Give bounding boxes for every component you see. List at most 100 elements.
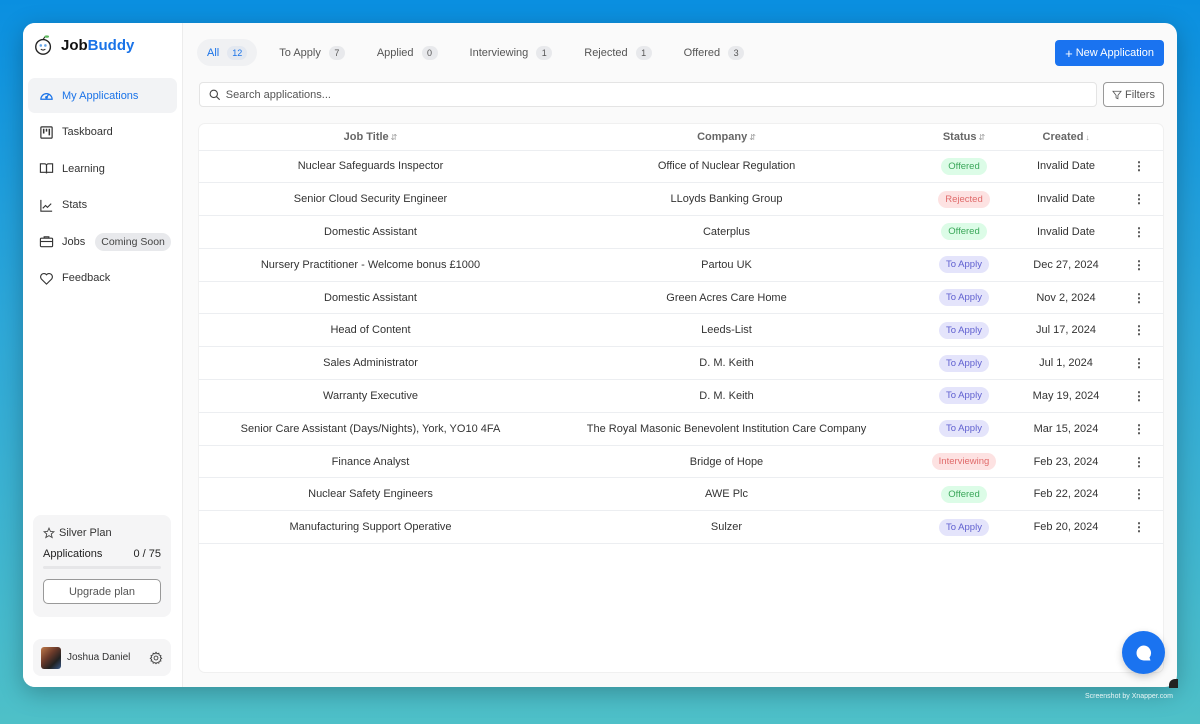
company-cell: Bridge of Hope — [542, 445, 911, 479]
more-options-icon[interactable]: ⋮ — [1133, 258, 1145, 272]
table-row[interactable]: Nursery Practitioner - Welcome bonus £10… — [199, 248, 1163, 282]
more-options-icon[interactable]: ⋮ — [1133, 159, 1145, 173]
column-header-company[interactable]: Company ⇵ — [542, 124, 911, 151]
coming-soon-badge: Coming Soon — [95, 232, 171, 251]
more-options-icon[interactable]: ⋮ — [1133, 323, 1145, 337]
search-box[interactable] — [199, 82, 1097, 107]
upgrade-plan-button[interactable]: Upgrade plan — [43, 579, 161, 604]
sidebar-item-label: Taskboard — [62, 126, 113, 139]
chat-button[interactable] — [1122, 631, 1165, 674]
status-cell: Offered — [911, 150, 1017, 184]
table-row[interactable]: Manufacturing Support Operative Sulzer To … — [199, 510, 1163, 545]
created-date-cell: Feb 22, 2024 — [1017, 477, 1115, 512]
table-row[interactable]: Finance Analyst Bridge of Hope Interviewin… — [199, 445, 1163, 479]
table-row[interactable]: Nuclear Safety Engineers AWE Plc Offered Fe… — [199, 477, 1163, 512]
company-cell: Leeds-List — [542, 313, 911, 348]
more-options-icon[interactable]: ⋮ — [1133, 356, 1145, 370]
tab-rejected[interactable]: Rejected 1 — [574, 39, 661, 66]
table-row[interactable]: Warranty Executive D. M. Keith To Apply May… — [199, 379, 1163, 413]
status-badge: To Apply — [939, 354, 989, 372]
filter-icon — [1112, 90, 1122, 99]
company-cell: Caterplus — [542, 215, 911, 249]
plan-name: Silver Plan — [59, 527, 112, 539]
row-actions-cell: ⋮ — [1115, 379, 1163, 413]
created-date-cell: Nov 2, 2024 — [1017, 281, 1115, 315]
company-cell: Sulzer — [542, 510, 911, 545]
tab-applied[interactable]: Applied 0 — [367, 39, 448, 66]
created-date-cell: Dec 27, 2024 — [1017, 248, 1115, 282]
user-card[interactable]: Joshua Daniel — [33, 639, 171, 676]
job-title-cell: Nuclear Safeguards Inspector — [199, 150, 542, 184]
job-title-cell: Finance Analyst — [199, 445, 542, 479]
row-actions-cell: ⋮ — [1115, 150, 1163, 184]
tab-label: All — [207, 46, 220, 59]
gear-icon[interactable] — [149, 650, 163, 665]
logo[interactable]: JobBuddy — [23, 23, 182, 67]
tab-count: 7 — [328, 45, 345, 60]
plan-usage-value: 0 / 75 — [133, 548, 161, 560]
row-actions-cell: ⋮ — [1115, 248, 1163, 282]
job-title-cell: Sales Administrator — [199, 346, 542, 381]
table-row[interactable]: Senior Care Assistant (Days/Nights), Yor… — [199, 412, 1163, 446]
company-cell: LLoyds Banking Group — [542, 182, 911, 217]
row-actions-cell: ⋮ — [1115, 510, 1163, 545]
search-icon — [209, 89, 221, 100]
table-header-row: Job Title ⇵ Company ⇵ Status ⇵ Created ↓ — [199, 124, 1163, 151]
filters-button[interactable]: Filters — [1103, 82, 1164, 107]
sidebar-item-stats[interactable]: Stats — [28, 188, 177, 223]
kanban-icon — [38, 124, 54, 140]
sidebar-item-jobs[interactable]: Jobs Coming Soon — [28, 224, 177, 259]
tab-interviewing[interactable]: Interviewing 1 — [460, 39, 563, 66]
column-header-job-title[interactable]: Job Title ⇵ — [199, 124, 542, 151]
status-cell: To Apply — [911, 379, 1017, 413]
more-options-icon[interactable]: ⋮ — [1133, 225, 1145, 239]
status-cell: To Apply — [911, 313, 1017, 348]
more-options-icon[interactable]: ⋮ — [1133, 455, 1145, 469]
table-row[interactable]: Senior Cloud Security Engineer LLoyds Ban… — [199, 182, 1163, 217]
chat-bubble-icon — [1136, 645, 1151, 660]
plus-icon: + — [1065, 45, 1073, 61]
more-options-icon[interactable]: ⋮ — [1133, 487, 1145, 501]
sort-icon: ⇵ — [749, 132, 756, 142]
more-options-icon[interactable]: ⋮ — [1133, 422, 1145, 436]
column-header-created[interactable]: Created ↓ — [1017, 124, 1115, 151]
tab-offered[interactable]: Offered 3 — [674, 39, 755, 66]
tab-all[interactable]: All 12 — [197, 39, 258, 66]
column-header-actions — [1115, 124, 1163, 151]
more-options-icon[interactable]: ⋮ — [1133, 389, 1145, 403]
table-row[interactable]: Domestic Assistant Caterplus Offered Invali… — [199, 215, 1163, 249]
tab-label: Interviewing — [469, 46, 529, 59]
filters-label: Filters — [1125, 88, 1155, 101]
table-row[interactable]: Head of Content Leeds-List To Apply Jul 17,… — [199, 313, 1163, 348]
plan-title: Silver Plan — [43, 527, 161, 539]
job-title-cell: Warranty Executive — [199, 379, 542, 413]
sidebar-item-my-applications[interactable]: My Applications — [28, 78, 177, 113]
sidebar-item-feedback[interactable]: Feedback — [28, 261, 177, 296]
sidebar-item-taskboard[interactable]: Taskboard — [28, 115, 177, 150]
sidebar-item-learning[interactable]: Learning — [28, 151, 177, 186]
tab-to-apply[interactable]: To Apply 7 — [269, 39, 355, 66]
status-badge: To Apply — [939, 321, 989, 339]
table-body: Nuclear Safeguards Inspector Office of Nu… — [199, 150, 1163, 545]
created-date-cell: Feb 23, 2024 — [1017, 445, 1115, 479]
table-row[interactable]: Nuclear Safeguards Inspector Office of Nu… — [199, 150, 1163, 184]
status-cell: Interviewing — [911, 445, 1017, 479]
new-application-button[interactable]: + New Application — [1055, 40, 1164, 66]
tab-label: Rejected — [584, 46, 628, 59]
status-badge: To Apply — [939, 420, 989, 438]
more-options-icon[interactable]: ⋮ — [1133, 192, 1145, 206]
star-icon — [43, 527, 55, 539]
more-options-icon[interactable]: ⋮ — [1133, 291, 1145, 305]
sort-desc-icon: ↓ — [1085, 132, 1090, 142]
job-title-cell: Nuclear Safety Engineers — [199, 477, 542, 512]
table-row[interactable]: Domestic Assistant Green Acres Care Home T… — [199, 281, 1163, 315]
status-tabs: All 12 To Apply 7 Applied 0 Interviewing… — [197, 39, 766, 66]
more-options-icon[interactable]: ⋮ — [1133, 520, 1145, 534]
created-date-cell: May 19, 2024 — [1017, 379, 1115, 413]
row-actions-cell: ⋮ — [1115, 215, 1163, 249]
column-header-status[interactable]: Status ⇵ — [911, 124, 1017, 151]
tab-label: Offered — [683, 46, 721, 59]
dashboard-gauge-icon — [38, 88, 54, 104]
search-input[interactable] — [225, 88, 1096, 101]
table-row[interactable]: Sales Administrator D. M. Keith To Apply Ju… — [199, 346, 1163, 381]
